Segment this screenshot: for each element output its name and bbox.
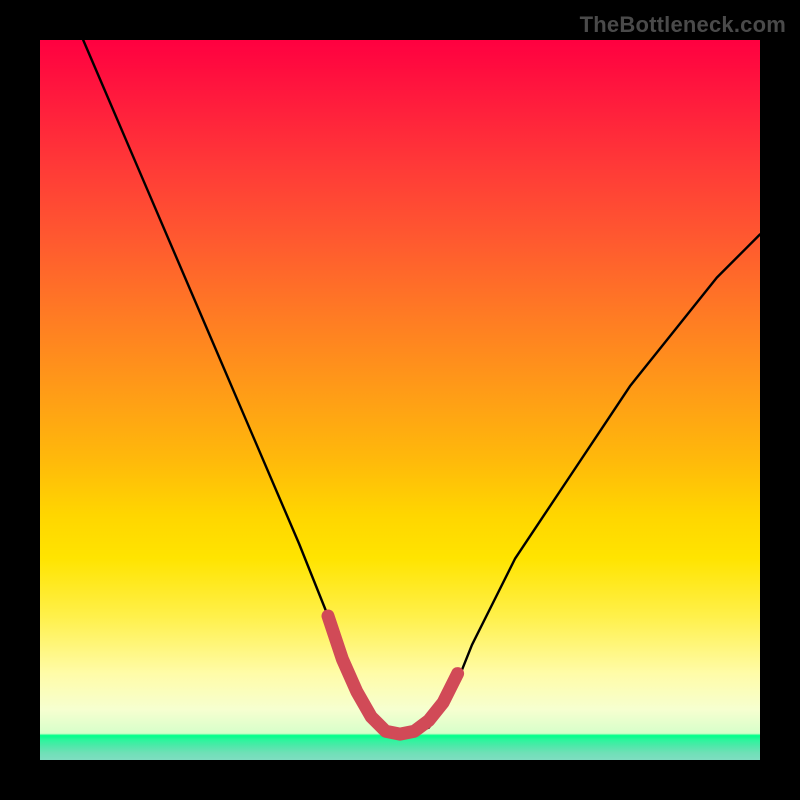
chart-frame: TheBottleneck.com — [0, 0, 800, 800]
plot-area — [40, 40, 760, 760]
bottom-highlight — [328, 616, 458, 734]
curve-svg — [40, 40, 760, 760]
bottleneck-curve — [83, 40, 760, 733]
watermark-text: TheBottleneck.com — [580, 12, 786, 38]
